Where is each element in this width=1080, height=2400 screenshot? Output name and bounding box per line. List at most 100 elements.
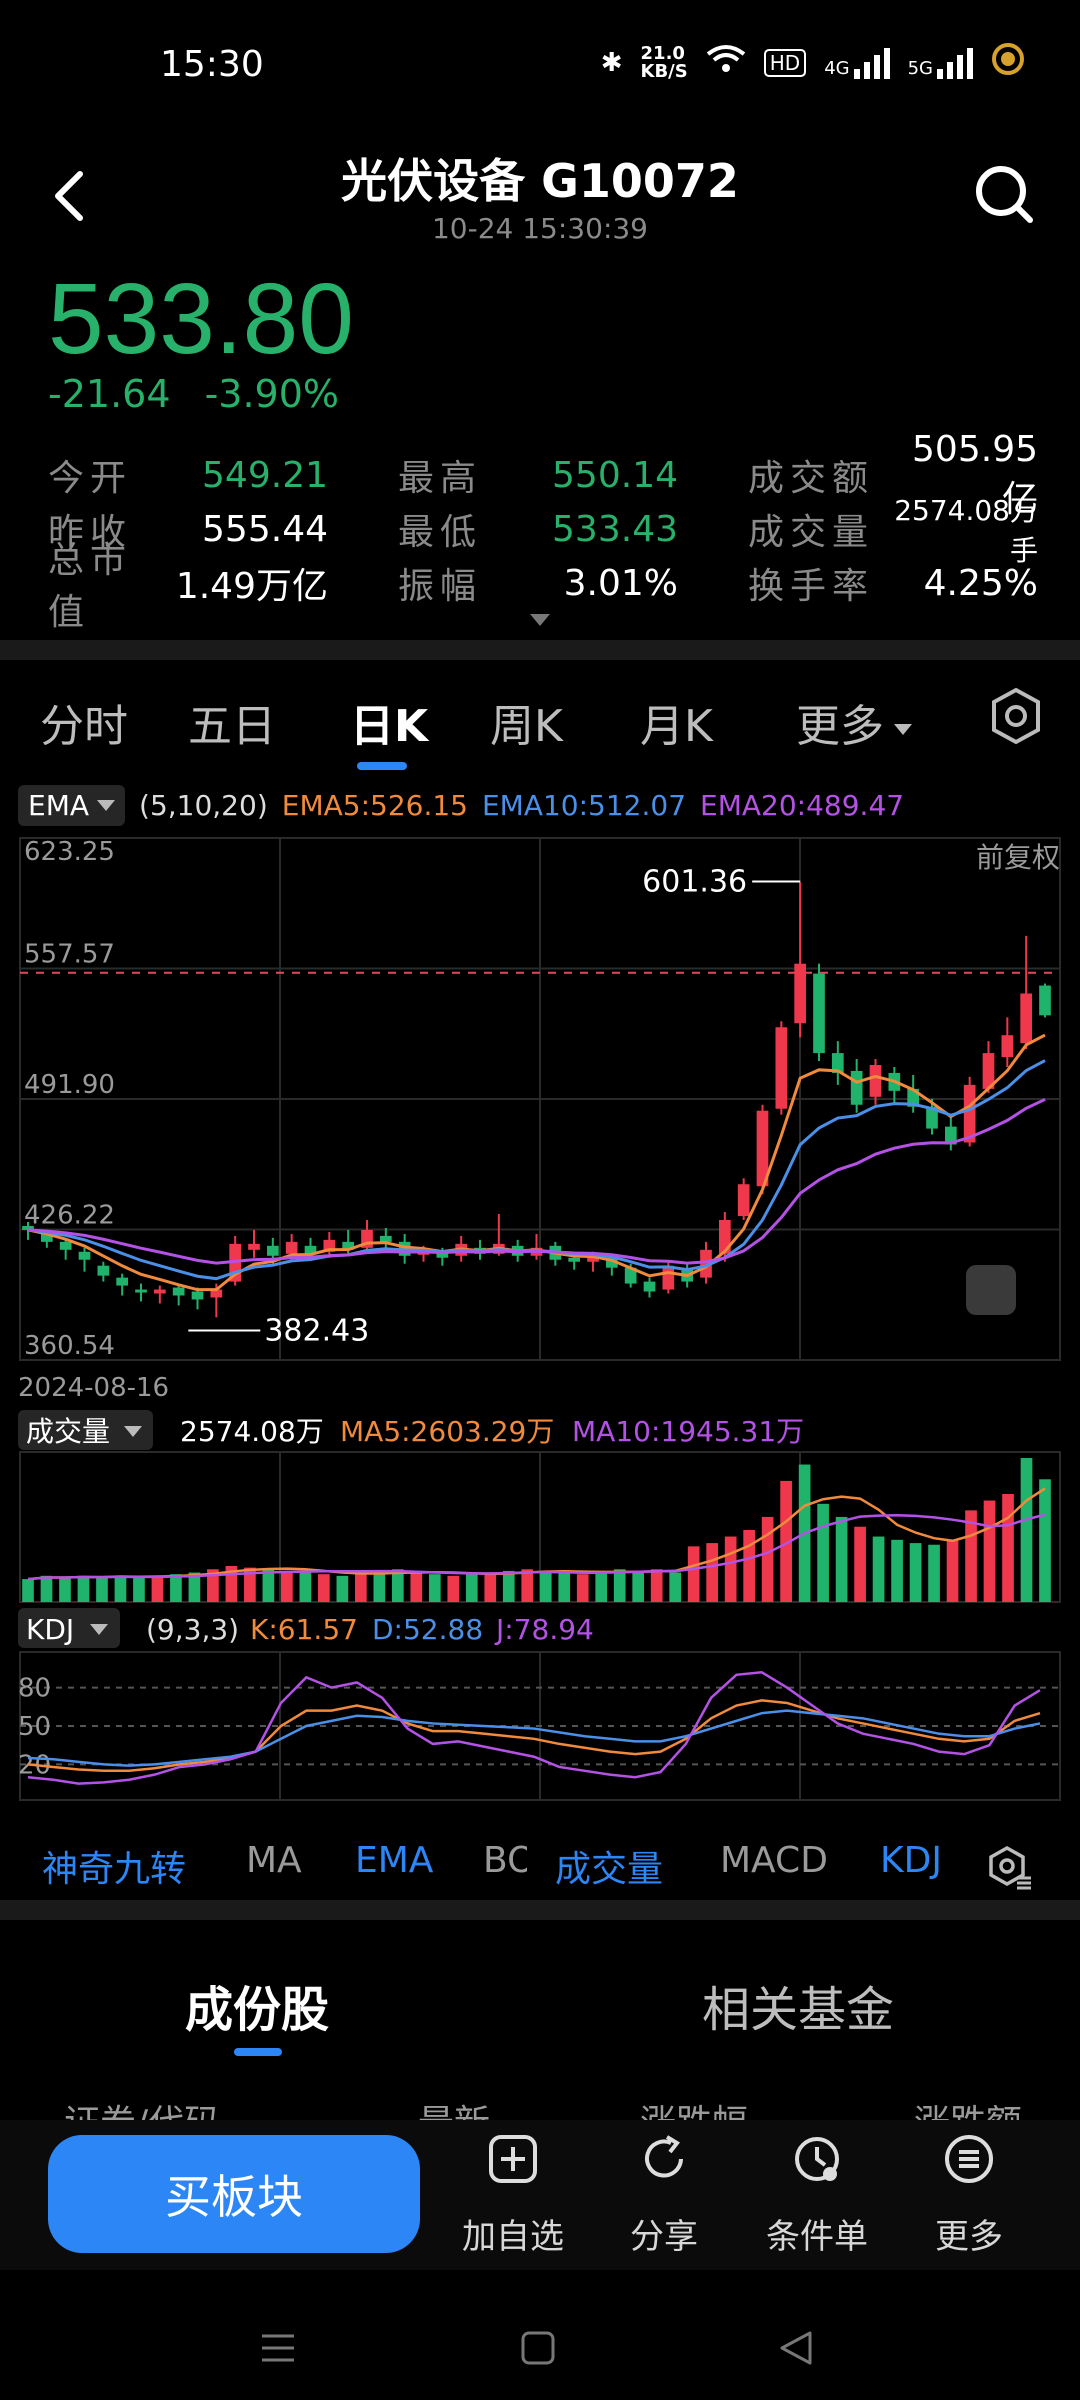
stat-label: 最高 xyxy=(398,458,483,499)
tab-period[interactable]: 分时 xyxy=(40,690,128,754)
volume-bar xyxy=(706,1543,719,1602)
add-watchlist-button[interactable]: 加自选 xyxy=(443,2132,583,2258)
tab-period[interactable]: 日K xyxy=(350,690,428,754)
tab-period[interactable]: 月K xyxy=(640,690,713,754)
more-button[interactable]: 更多 xyxy=(899,2132,1039,2258)
add-watchlist-label: 加自选 xyxy=(462,2217,564,2257)
tab-constituents[interactable]: 成份股 xyxy=(185,1970,329,2040)
stat-value: 550.14 xyxy=(552,454,678,496)
volume-bar xyxy=(484,1572,497,1602)
candle-body xyxy=(775,1027,788,1109)
candle-body xyxy=(191,1291,204,1300)
col-security[interactable]: 证券/代码 xyxy=(64,2094,220,2120)
y-tick-label: 360.54 xyxy=(24,1331,115,1361)
candle-body xyxy=(78,1251,91,1260)
volume-bar xyxy=(761,1516,774,1602)
volume-value: 2574.08万 xyxy=(180,1415,324,1448)
volume-bar xyxy=(77,1575,90,1602)
col-change-amt[interactable]: 涨跌额 xyxy=(914,2094,1022,2120)
kline-chart[interactable]: 623.25 557.57 491.90 426.22 360.54 601.36 382.… xyxy=(0,820,1080,1830)
indicator-tab[interactable]: MA xyxy=(246,1840,302,1881)
stats-row: 昨收 555.44 最低 533.43 成交量 2574.08万手 xyxy=(48,494,1038,567)
net-speed: 21.0 KB/S xyxy=(640,42,688,82)
volume-bar xyxy=(170,1574,182,1602)
stat-label: 换手率 xyxy=(748,566,875,607)
dropdown-icon xyxy=(894,723,912,735)
volume-bar xyxy=(613,1569,626,1602)
volume-bar xyxy=(281,1570,293,1602)
volume-bar xyxy=(539,1570,552,1602)
search-button[interactable] xyxy=(970,160,1040,230)
tab-period[interactable]: 五日 xyxy=(188,690,276,754)
indicator-tab[interactable]: 成交量 xyxy=(555,1840,663,1892)
candle-body xyxy=(662,1265,675,1290)
stat-label: 总市值 xyxy=(48,540,133,633)
indicator-tab[interactable]: BO xyxy=(483,1840,527,1881)
kdj-level-label: 80 xyxy=(18,1674,51,1704)
more-label: 更多 xyxy=(935,2217,1003,2257)
volume-chip-label: 成交量 xyxy=(26,1415,110,1448)
conditional-order-button[interactable]: 条件单 xyxy=(747,2132,887,2258)
tab-period[interactable]: 周K xyxy=(490,690,563,754)
col-change-pct[interactable]: 涨跌幅 xyxy=(640,2094,748,2120)
tab-related-funds[interactable]: 相关基金 xyxy=(702,1970,894,2040)
volume-bar xyxy=(595,1572,608,1602)
stat-label: 成交额 xyxy=(748,458,875,499)
volume-bar xyxy=(835,1516,848,1602)
indicator-tab[interactable]: MACD xyxy=(720,1840,828,1881)
ema20-value: EMA20:489.47 xyxy=(700,788,905,822)
y-tick-label: 557.57 xyxy=(24,940,115,970)
home-nav-icon[interactable] xyxy=(518,2328,558,2368)
settings-hex-icon[interactable] xyxy=(988,686,1044,746)
volume-bar xyxy=(743,1530,755,1602)
back-nav-icon[interactable] xyxy=(776,2328,816,2368)
candle-body xyxy=(1020,993,1033,1044)
status-time: 15:30 xyxy=(160,44,264,85)
candle-body xyxy=(285,1241,298,1254)
indicator-tab[interactable]: 神奇九转 xyxy=(42,1840,186,1892)
indicator-tab[interactable]: KDJ xyxy=(880,1840,942,1881)
volume-bar xyxy=(1002,1494,1014,1602)
status-bar: 15:30 ✱ 21.0 KB/S HD 4G 5G xyxy=(0,0,1080,140)
menu-nav-icon[interactable] xyxy=(258,2328,298,2368)
volume-bar xyxy=(1039,1479,1051,1602)
kdj-j-value: J:78.94 xyxy=(494,1613,594,1646)
ema-params: (5,10,20) xyxy=(139,788,268,822)
tab-period[interactable]: 更多 xyxy=(796,690,912,754)
volume-bar xyxy=(983,1500,996,1602)
volume-bar xyxy=(428,1574,441,1602)
stat-label: 成交量 xyxy=(748,512,875,553)
buy-sector-button[interactable]: 买板块 xyxy=(48,2135,420,2253)
volume-bar xyxy=(318,1574,330,1602)
volume-bar xyxy=(928,1544,940,1602)
kdj-k-line xyxy=(27,1699,1041,1773)
add-square-icon xyxy=(489,2135,537,2183)
indicator-tab[interactable]: EMA xyxy=(355,1840,433,1881)
volume-bar xyxy=(40,1575,53,1602)
battery-icon xyxy=(991,42,1025,83)
expand-stats-icon[interactable] xyxy=(530,614,550,626)
stat-label: 最低 xyxy=(398,512,483,553)
y-tick-label: 623.25 xyxy=(24,837,115,867)
ema10-value: EMA10:512.07 xyxy=(481,788,687,822)
candle-body xyxy=(643,1281,656,1292)
volume-bar xyxy=(724,1536,737,1602)
share-button[interactable]: 分享 xyxy=(594,2132,734,2258)
volume-bar xyxy=(59,1577,71,1602)
candle-body xyxy=(1001,1035,1014,1058)
volume-ma10: MA10:1945.31万 xyxy=(572,1415,804,1448)
volume-bar xyxy=(817,1503,829,1602)
indicator-settings-icon[interactable] xyxy=(985,1842,1035,1892)
volume-bar xyxy=(114,1575,127,1602)
volume-bar xyxy=(521,1569,534,1602)
share-icon xyxy=(645,2135,683,2178)
candle-body xyxy=(135,1289,147,1293)
candle-body xyxy=(1039,985,1051,1016)
volume-bar xyxy=(632,1570,645,1602)
kdj-k-value: K:61.57 xyxy=(250,1613,358,1646)
col-latest[interactable]: 最新 xyxy=(418,2094,490,2120)
candle-body xyxy=(266,1245,279,1256)
change-percent: -3.90% xyxy=(204,372,340,416)
stat-value: 3.01% xyxy=(563,562,678,604)
volume-bar xyxy=(354,1574,367,1602)
